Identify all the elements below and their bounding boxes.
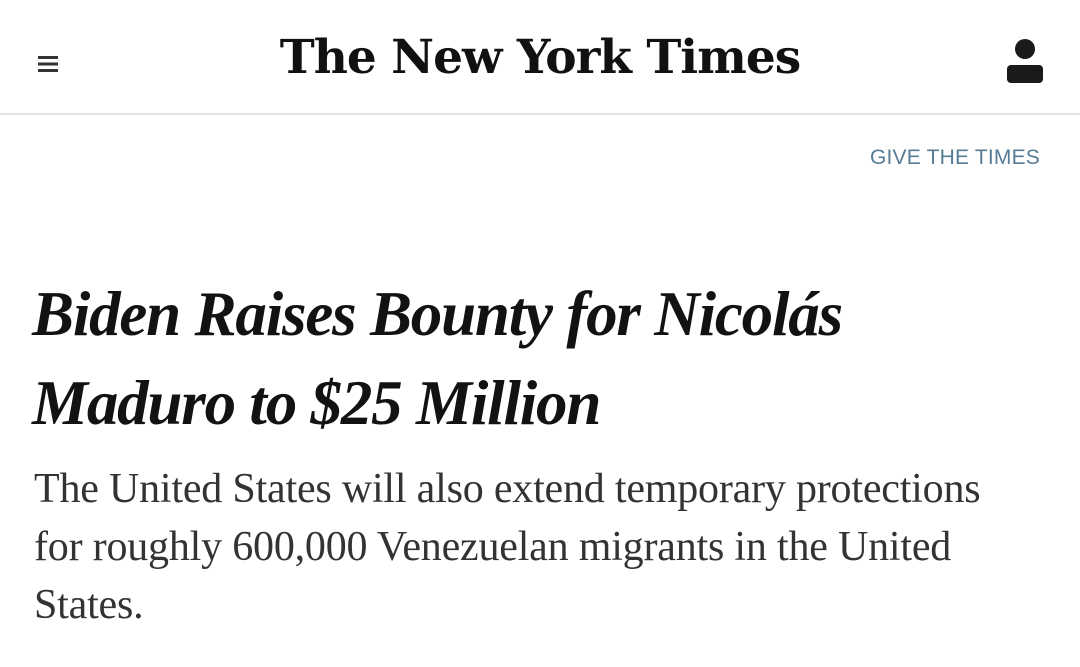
article-headline[interactable]: Biden Raises Bounty for Nicolás Maduro t… xyxy=(32,270,1052,448)
user-account-icon[interactable] xyxy=(1000,36,1050,88)
nyt-masthead-logo[interactable]: The New York Times xyxy=(250,22,830,94)
top-navigation-bar: The New York Times xyxy=(0,0,1080,115)
article-summary: The United States will also extend tempo… xyxy=(34,466,981,628)
give-the-times-link[interactable]: GIVE THE TIMES xyxy=(870,146,1040,170)
hamburger-menu-icon[interactable] xyxy=(28,44,68,84)
